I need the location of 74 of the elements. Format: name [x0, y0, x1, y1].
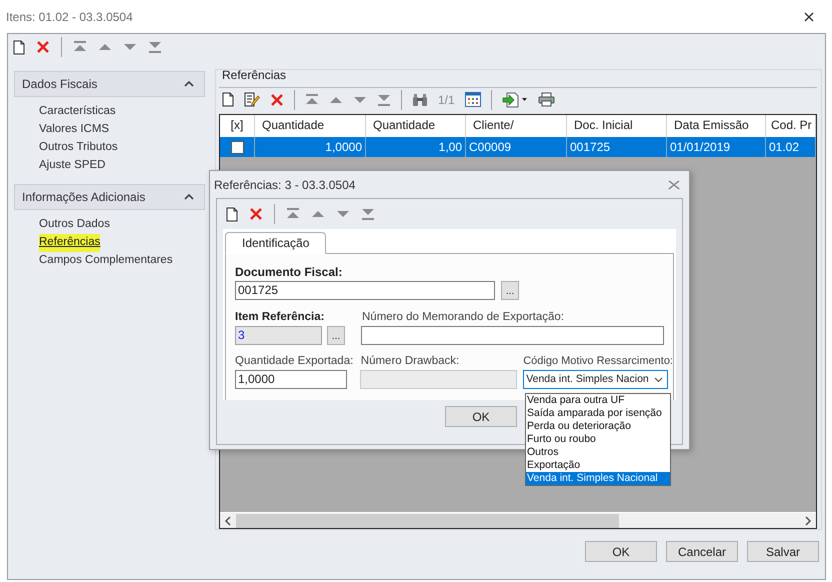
- page-counter: 1/1: [438, 92, 455, 108]
- delete-icon[interactable]: [249, 207, 263, 221]
- field-label: Quantidade Exportada:: [235, 354, 354, 368]
- table-cell: 1,00: [366, 137, 466, 157]
- dropdown-option[interactable]: Perda ou deterioração: [526, 420, 670, 433]
- delete-icon[interactable]: [270, 92, 284, 106]
- field-label: Item Referência:: [235, 310, 324, 324]
- move-up-icon[interactable]: [329, 96, 343, 104]
- browse-button[interactable]: ...: [501, 281, 519, 300]
- section-header[interactable]: Informações Adicionais: [14, 184, 205, 210]
- tab[interactable]: Identificação: [225, 232, 326, 254]
- move-first-icon[interactable]: [73, 41, 87, 53]
- delete-icon[interactable]: [36, 40, 50, 54]
- item-field[interactable]: 3: [235, 326, 322, 345]
- sidebar-link[interactable]: Outros Dados: [39, 216, 110, 234]
- move-last-icon[interactable]: [148, 41, 162, 53]
- table-cell: 001725: [567, 137, 667, 157]
- row-checkbox[interactable]: [230, 140, 244, 154]
- printer-icon[interactable]: [538, 92, 555, 107]
- dropdown-option[interactable]: Venda para outra UF: [526, 394, 670, 407]
- move-down-icon[interactable]: [336, 210, 350, 218]
- field-label: Documento Fiscal:: [235, 265, 342, 279]
- move-last-icon[interactable]: [377, 94, 391, 106]
- new-document-icon[interactable]: [13, 40, 25, 54]
- move-down-icon[interactable]: [353, 96, 367, 104]
- dialog-button[interactable]: OK: [445, 406, 517, 427]
- browse-button[interactable]: ...: [327, 326, 345, 345]
- close-icon[interactable]: [804, 12, 814, 22]
- dropdown-option[interactable]: Furto ou roubo: [526, 433, 670, 446]
- export-icon[interactable]: [502, 92, 528, 108]
- quantity-field[interactable]: 1,0000: [235, 370, 347, 389]
- horizontal-scrollbar[interactable]: [220, 512, 816, 528]
- section-header[interactable]: Dados Fiscais: [14, 71, 205, 97]
- new-document-icon[interactable]: [226, 206, 238, 222]
- field-label: Número Drawback:: [360, 354, 460, 368]
- sidebar-link[interactable]: Outros Tributos: [39, 139, 118, 157]
- window-title: Itens: 01.02 - 03.3.0504: [6, 8, 133, 26]
- table-cell: C00009: [466, 137, 567, 157]
- table-row[interactable]: 1,0000 1,00 C00009 001725 01/01/2019 01.02: [220, 137, 816, 157]
- dropdown-option[interactable]: Saída amparada por isenção: [526, 407, 670, 420]
- sidebar-link[interactable]: Valores ICMS: [39, 121, 110, 139]
- move-first-icon[interactable]: [305, 94, 319, 106]
- field-label: Código Motivo Ressarcimento:: [523, 354, 673, 368]
- new-document-icon[interactable]: [222, 92, 234, 107]
- table-cell: 1,0000: [255, 137, 366, 157]
- collapse-icon[interactable]: [184, 194, 194, 200]
- dialog-button[interactable]: Salvar: [747, 541, 819, 562]
- table-cell: 01/01/2019: [667, 137, 766, 157]
- reason-dropdown[interactable]: Venda int. Simples Nacion: [523, 370, 668, 389]
- dialog-button[interactable]: OK: [585, 541, 657, 562]
- move-down-icon[interactable]: [123, 43, 137, 51]
- table-cell: 01.02: [766, 137, 816, 157]
- dropdown-option[interactable]: Exportação: [526, 459, 670, 472]
- dropdown-option[interactable]: Venda int. Simples Nacional: [526, 472, 670, 485]
- dropdown-option[interactable]: Outros: [526, 446, 670, 459]
- group-title: Referências: [222, 68, 288, 82]
- field-label: Número do Memorando de Exportação:: [361, 310, 564, 324]
- dialog-button[interactable]: Cancelar: [666, 541, 738, 562]
- collapse-icon[interactable]: [184, 81, 194, 87]
- memorandum-field[interactable]: [361, 326, 664, 345]
- move-last-icon[interactable]: [361, 208, 375, 220]
- move-up-icon[interactable]: [98, 43, 112, 51]
- sidebar-link[interactable]: Campos Complementares: [39, 252, 173, 270]
- dialog-title: Referências: 3 - 03.3.0504: [214, 176, 356, 194]
- sidebar-link[interactable]: Ajuste SPED: [39, 157, 106, 175]
- sidebar-link[interactable]: Referências: [39, 234, 100, 252]
- move-first-icon[interactable]: [286, 208, 300, 220]
- edit-document-icon[interactable]: [244, 92, 260, 107]
- sidebar-link[interactable]: Características: [39, 103, 116, 121]
- binoculars-icon[interactable]: [412, 92, 428, 106]
- chevron-down-icon: [654, 376, 664, 382]
- move-up-icon[interactable]: [311, 210, 325, 218]
- document-field[interactable]: 001725: [235, 281, 495, 300]
- grid-icon[interactable]: [464, 92, 481, 107]
